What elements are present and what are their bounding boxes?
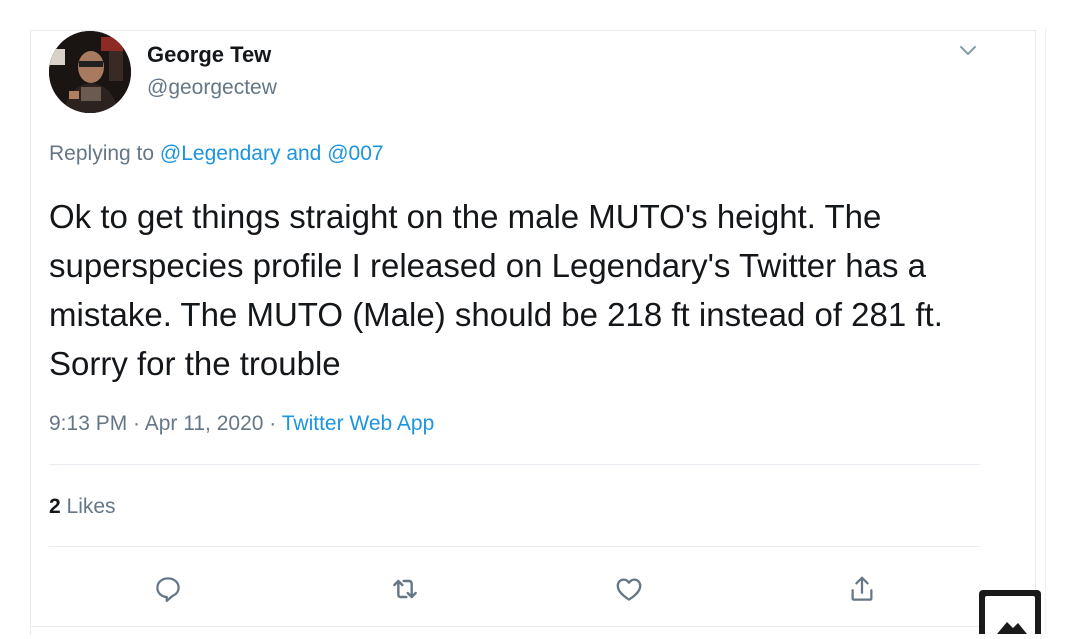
meta-separator: · bbox=[263, 412, 282, 435]
heart-icon[interactable] bbox=[612, 572, 646, 606]
mention-legendary[interactable]: @Legendary bbox=[160, 142, 281, 165]
mountain-icon bbox=[997, 622, 1027, 634]
image-icon-frame bbox=[985, 596, 1035, 634]
chevron-down-icon[interactable] bbox=[956, 38, 980, 62]
page-edge bbox=[1045, 28, 1046, 634]
tweet-text: Ok to get things straight on the male MU… bbox=[49, 198, 943, 382]
mention-007[interactable]: @007 bbox=[327, 142, 383, 165]
replying-to-line: Replying to @Legendary and @007 bbox=[49, 142, 384, 166]
avatar[interactable] bbox=[49, 31, 131, 113]
tweet-metadata: 9:13 PM · Apr 11, 2020 · Twitter Web App bbox=[49, 412, 434, 436]
divider bbox=[30, 626, 1034, 627]
image-icon[interactable] bbox=[979, 590, 1041, 634]
avatar-photo bbox=[49, 31, 131, 113]
reply-icon[interactable] bbox=[151, 572, 185, 606]
likes-label: Likes bbox=[60, 495, 116, 518]
tweet-source-app[interactable]: Twitter Web App bbox=[282, 412, 435, 435]
author-handle[interactable]: @georgectew bbox=[147, 76, 277, 100]
author-name[interactable]: George Tew bbox=[147, 42, 271, 68]
tweet-time[interactable]: 9:13 PM bbox=[49, 412, 127, 435]
share-icon[interactable] bbox=[845, 572, 879, 606]
divider bbox=[49, 464, 980, 465]
replying-prefix: Replying to bbox=[49, 142, 160, 165]
likes-summary[interactable]: 2 Likes bbox=[49, 495, 116, 519]
screenshot-frame: George Tew @georgectew Replying to @Lege… bbox=[0, 0, 1080, 635]
meta-separator: · bbox=[127, 412, 145, 435]
replying-and[interactable]: and bbox=[280, 142, 327, 165]
retweet-icon[interactable] bbox=[388, 572, 422, 606]
divider bbox=[49, 546, 980, 547]
tweet-date[interactable]: Apr 11, 2020 bbox=[145, 412, 264, 435]
likes-count: 2 bbox=[49, 495, 61, 518]
